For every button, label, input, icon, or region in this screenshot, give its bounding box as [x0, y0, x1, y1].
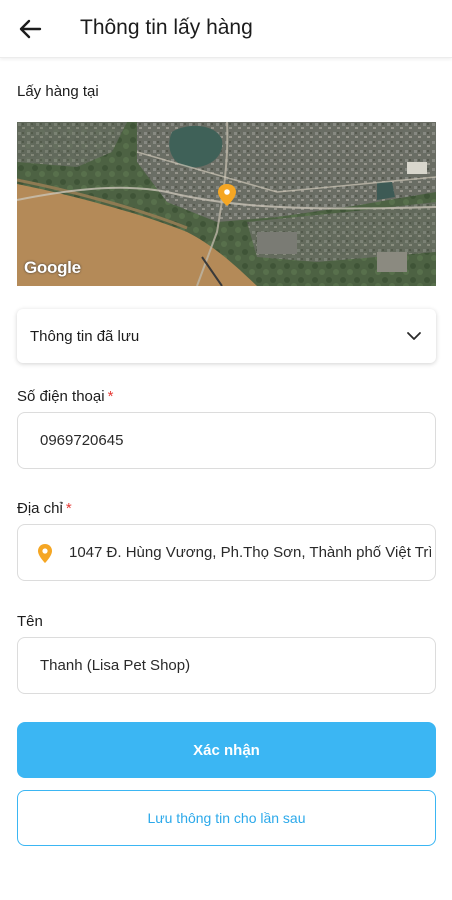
back-button[interactable] [14, 14, 48, 44]
required-mark: * [107, 388, 114, 405]
saved-info-label: Thông tin đã lưu [30, 328, 140, 345]
phone-label: Số điện thoại * [17, 388, 114, 405]
save-for-later-button[interactable]: Lưu thông tin cho lần sau [17, 790, 436, 846]
saved-info-dropdown[interactable]: Thông tin đã lưu [17, 309, 436, 363]
required-mark: * [65, 500, 72, 517]
address-input[interactable] [18, 525, 435, 580]
name-input[interactable] [18, 638, 435, 693]
pickup-map[interactable]: Google [17, 122, 436, 286]
confirm-button[interactable]: Xác nhận [17, 722, 436, 778]
arrow-left-icon [19, 19, 42, 39]
pickup-label: Lấy hàng tại [17, 83, 99, 100]
name-label: Tên [17, 613, 43, 630]
name-field[interactable] [17, 637, 436, 694]
address-label: Địa chỉ * [17, 500, 72, 517]
phone-field[interactable] [17, 412, 436, 469]
map-attribution: Google [24, 258, 81, 277]
address-field[interactable] [17, 524, 436, 581]
phone-input[interactable] [18, 413, 435, 468]
chevron-down-icon [407, 332, 421, 340]
page-title: Thông tin lấy hàng [80, 16, 253, 39]
app-header: Thông tin lấy hàng [0, 0, 452, 58]
